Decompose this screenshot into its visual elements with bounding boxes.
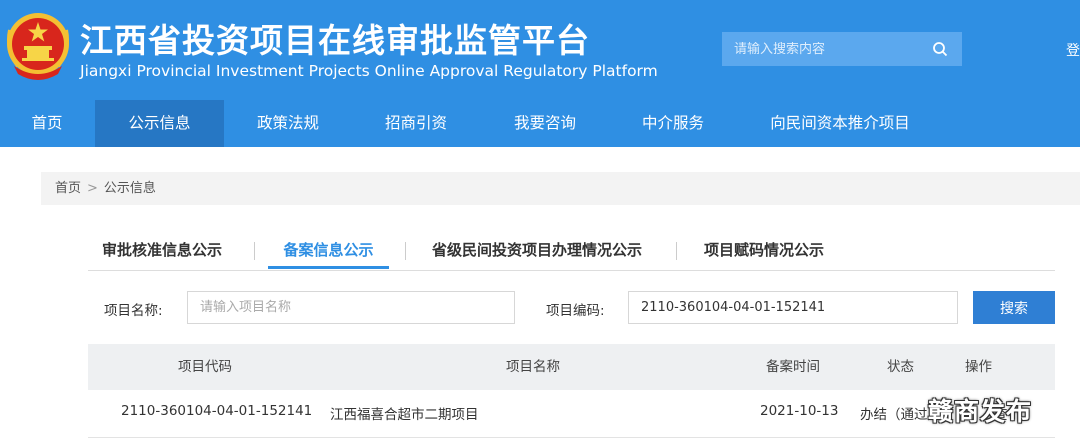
tab-divider bbox=[254, 242, 255, 260]
project-name-input[interactable] bbox=[187, 291, 515, 324]
tab-divider bbox=[405, 242, 406, 260]
nav-item-investment[interactable]: 招商引资 bbox=[368, 100, 464, 147]
table-header: 项目代码 项目名称 备案时间 状态 操作 bbox=[88, 344, 1055, 390]
project-code-input[interactable] bbox=[628, 291, 958, 324]
cell-filing-date: 2021-10-13 bbox=[760, 403, 839, 419]
site-title: 江西省投资项目在线审批监管平台 bbox=[80, 21, 590, 60]
tab-project-code[interactable]: 项目赋码情况公示 bbox=[704, 233, 824, 269]
nav-item-home[interactable]: 首页 bbox=[14, 100, 80, 147]
column-header-status: 状态 bbox=[887, 359, 914, 375]
site-search bbox=[722, 32, 962, 66]
site-search-input[interactable] bbox=[722, 41, 922, 57]
tab-divider bbox=[676, 242, 677, 260]
nav-item-public-info[interactable]: 公示信息 bbox=[95, 100, 224, 147]
nav-item-policies[interactable]: 政策法规 bbox=[240, 100, 336, 147]
cell-project-name: 江西福喜合超市二期项目 bbox=[330, 407, 479, 423]
main-nav: 首页 公示信息 政策法规 招商引资 我要咨询 中介服务 向民间资本推介项目 bbox=[0, 100, 1080, 147]
search-button[interactable]: 搜索 bbox=[973, 291, 1055, 324]
cell-project-code: 2110-360104-04-01-152141 bbox=[121, 403, 313, 419]
tab-approval[interactable]: 审批核准信息公示 bbox=[102, 233, 222, 269]
nav-item-private-capital[interactable]: 向民间资本推介项目 bbox=[756, 100, 924, 147]
breadcrumb-home[interactable]: 首页 bbox=[55, 181, 81, 196]
site-header: 江西省投资项目在线审批监管平台 Jiangxi Provincial Inves… bbox=[0, 0, 1080, 147]
search-icon[interactable] bbox=[932, 41, 948, 57]
project-code-label: 项目编码: bbox=[546, 303, 605, 319]
nav-item-agency[interactable]: 中介服务 bbox=[625, 100, 721, 147]
tab-filing[interactable]: 备案信息公示 bbox=[268, 233, 389, 269]
column-header-action: 操作 bbox=[965, 359, 992, 375]
column-header-name: 项目名称 bbox=[506, 359, 560, 375]
row-divider bbox=[88, 437, 1055, 438]
tab-private-investment[interactable]: 省级民间投资项目办理情况公示 bbox=[432, 233, 642, 269]
info-tabs: 审批核准信息公示 备案信息公示 省级民间投资项目办理情况公示 项目赋码情况公示 bbox=[88, 233, 1055, 271]
breadcrumb: 首页 > 公示信息 bbox=[41, 172, 1080, 205]
column-header-code: 项目代码 bbox=[178, 359, 232, 375]
site-subtitle: Jiangxi Provincial Investment Projects O… bbox=[80, 62, 658, 80]
watermark: 赣商发布 bbox=[928, 397, 1033, 426]
national-emblem-icon bbox=[7, 13, 69, 80]
project-name-label: 项目名称: bbox=[104, 303, 163, 319]
breadcrumb-separator: > bbox=[87, 181, 98, 196]
breadcrumb-current: 公示信息 bbox=[103, 181, 156, 196]
nav-item-consult[interactable]: 我要咨询 bbox=[497, 100, 593, 147]
column-header-date: 备案时间 bbox=[766, 359, 820, 375]
login-link[interactable]: 登 bbox=[1066, 40, 1080, 60]
